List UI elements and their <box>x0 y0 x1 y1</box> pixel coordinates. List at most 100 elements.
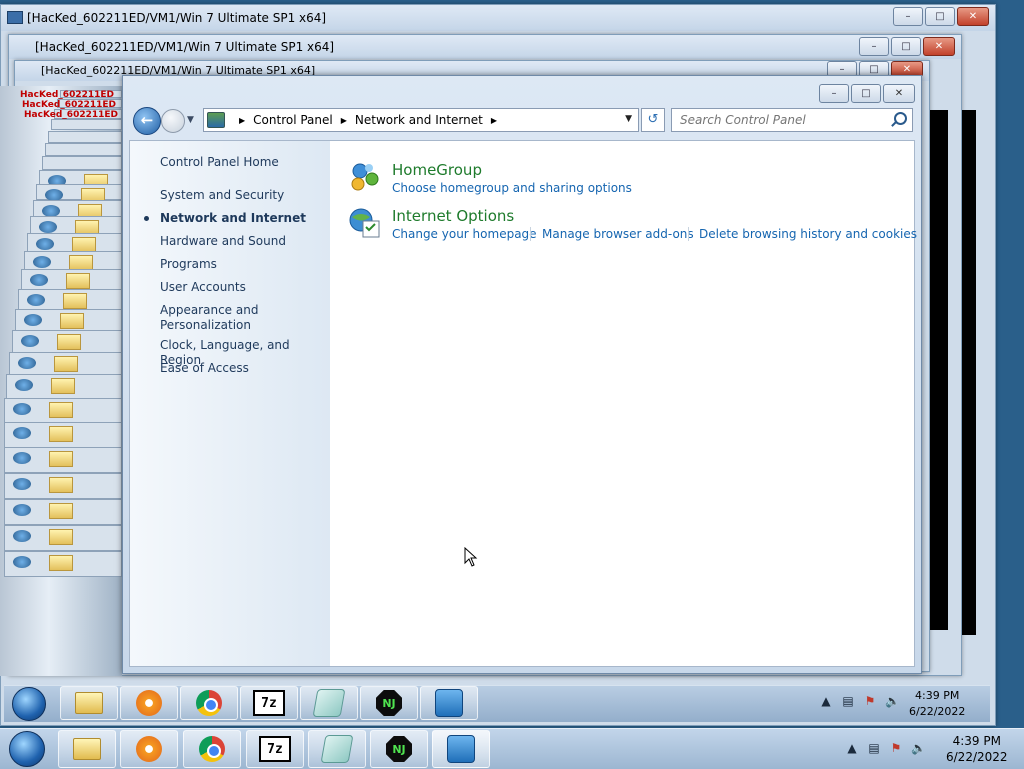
cp-minimize-button[interactable]: – <box>819 84 849 103</box>
navigation-bar: ← ▼ ▶ Control Panel ▶ Network and Intern… <box>129 106 915 136</box>
media-player-icon <box>136 736 162 762</box>
cp-maximize-button[interactable]: □ <box>851 84 881 103</box>
breadcrumb-control-panel[interactable]: Control Panel <box>253 113 333 127</box>
echo-taskbar-row <box>6 374 122 401</box>
forward-button[interactable] <box>161 109 185 133</box>
echo-taskbar-row <box>4 498 122 525</box>
inner-taskbar-control-panel[interactable] <box>420 686 478 720</box>
recursive-desktop-echo-front: HacKed_602211ED HacKed_602211ED HacKed_602… <box>0 86 122 676</box>
homegroup-title[interactable]: HomeGroup <box>392 161 482 179</box>
echo-folder-icon <box>49 554 73 571</box>
sidebar-item-ease-of-access[interactable]: Ease of Access <box>160 361 325 376</box>
refresh-button[interactable]: ↺ <box>641 108 665 132</box>
start-orb-icon[interactable] <box>9 731 45 767</box>
folder-icon <box>75 692 103 714</box>
echo-folder-icon <box>49 401 73 418</box>
sidebar-item-network-and-internet[interactable]: Network and Internet <box>160 211 325 226</box>
echo-taskbar-row <box>30 216 122 236</box>
taskbar-nj[interactable]: NJ <box>370 730 428 768</box>
maximize-button[interactable]: □ <box>925 7 955 26</box>
taskbar-media[interactable] <box>120 730 178 768</box>
sidebar-item-user-accounts[interactable]: User Accounts <box>160 280 325 295</box>
back-button[interactable]: ← <box>133 107 161 135</box>
control-panel-icon <box>207 112 225 128</box>
sticky-notes-icon <box>320 735 354 763</box>
media-player-icon <box>136 690 162 716</box>
minimize-button[interactable]: – <box>893 7 923 26</box>
show-hidden-icons-icon[interactable]: ▲ <box>819 694 833 708</box>
echo-taskbar-row <box>27 233 122 253</box>
manage-addons-link[interactable]: Manage browser add-ons <box>542 227 694 241</box>
inner-taskbar-7zip[interactable]: 7z <box>240 686 298 720</box>
inner-taskbar-nj[interactable]: NJ <box>360 686 418 720</box>
change-homepage-link[interactable]: Change your homepage <box>392 227 537 241</box>
control-panel-icon <box>435 689 463 717</box>
search-icon[interactable] <box>894 112 907 125</box>
homegroup-icon[interactable] <box>348 161 382 193</box>
cp-close-button[interactable]: ✕ <box>883 84 915 103</box>
clock[interactable]: 4:39 PM 6/22/2022 <box>946 733 1008 765</box>
echo-taskbar-row <box>4 472 122 499</box>
network-icon[interactable]: ▤ <box>841 694 855 708</box>
taskbar-notes[interactable] <box>308 730 366 768</box>
internet-options-title[interactable]: Internet Options <box>392 207 514 225</box>
echo-taskbar-row <box>39 169 122 190</box>
clock-date: 6/22/2022 <box>946 750 1008 764</box>
echo-folder-icon <box>63 292 87 309</box>
echo-folder-icon <box>49 528 73 545</box>
sidebar-item-programs[interactable]: Programs <box>160 257 325 272</box>
echo-folder-icon <box>49 476 73 493</box>
echo-start-orb-icon <box>15 379 33 392</box>
breadcrumb-arrow-icon[interactable]: ▶ <box>491 116 497 125</box>
inner-clock-time: 4:39 PM <box>915 689 960 702</box>
echo-folder-icon <box>57 334 81 350</box>
outer-window-title-2: [HacKed_602211ED/VM1/Win 7 Ultimate SP1 … <box>9 35 961 59</box>
control-panel-icon <box>447 735 475 763</box>
window-app-icon <box>7 11 23 24</box>
volume-icon[interactable]: 🔈 <box>911 741 926 755</box>
sidebar-item-system-and-security[interactable]: System and Security <box>160 188 325 203</box>
inner-taskbar-media[interactable] <box>120 686 178 720</box>
breadcrumb-arrow-icon[interactable]: ▶ <box>341 116 347 125</box>
inner-taskbar-folder[interactable] <box>60 686 118 720</box>
volume-icon[interactable]: 🔈 <box>885 694 900 708</box>
echo-start-orb-icon <box>13 452 31 464</box>
taskbar-chrome[interactable] <box>183 730 241 768</box>
network-icon[interactable]: ▤ <box>867 741 881 755</box>
action-center-icon[interactable]: ⚑ <box>863 694 877 708</box>
action-center-icon[interactable]: ⚑ <box>889 741 903 755</box>
echo-taskbar-row <box>4 447 122 473</box>
delete-browsing-history-link[interactable]: Delete browsing history and cookies <box>699 227 917 241</box>
breadcrumb-arrow-icon[interactable]: ▶ <box>239 116 245 125</box>
search-input[interactable] <box>678 109 887 131</box>
recent-pages-dropdown-icon[interactable]: ▼ <box>187 115 194 125</box>
choose-homegroup-link[interactable]: Choose homegroup and sharing options <box>392 181 632 195</box>
echo-label: HacKed_602211ED <box>22 100 116 110</box>
sidebar-item-appearance-and-personalization[interactable]: Appearance and Personalization <box>160 303 270 333</box>
close-button[interactable]: ✕ <box>957 7 989 26</box>
minimize-button-2[interactable]: – <box>859 37 889 56</box>
show-hidden-icons-icon[interactable]: ▲ <box>845 741 859 755</box>
taskbar-control-panel[interactable] <box>432 730 490 768</box>
search-box[interactable] <box>671 108 913 132</box>
echo-start-orb-icon <box>36 238 54 250</box>
sidebar-item-hardware-and-sound[interactable]: Hardware and Sound <box>160 234 325 249</box>
inner-clock[interactable]: 4:39 PM 6/22/2022 <box>909 688 965 720</box>
inner-clock-date: 6/22/2022 <box>909 705 966 718</box>
address-dropdown-icon[interactable]: ▼ <box>625 114 632 124</box>
inner-taskbar-chrome[interactable] <box>180 686 238 720</box>
current-page-bullet-icon <box>144 216 149 221</box>
internet-options-icon[interactable] <box>348 207 382 239</box>
maximize-button-2[interactable]: □ <box>891 37 921 56</box>
address-bar[interactable]: ▶ Control Panel ▶ Network and Internet ▶… <box>203 108 639 132</box>
echo-taskbar-row <box>45 143 122 156</box>
close-button-2[interactable]: ✕ <box>923 37 955 56</box>
sidebar-item-control-panel-home[interactable]: Control Panel Home <box>160 155 325 170</box>
inner-start-orb-icon[interactable] <box>12 687 46 721</box>
breadcrumb-network-and-internet[interactable]: Network and Internet <box>355 113 483 127</box>
echo-taskbar-row <box>33 199 122 220</box>
inner-taskbar-notes[interactable] <box>300 686 358 720</box>
system-tray: ▲ ▤ ⚑ 🔈 <box>845 741 926 755</box>
taskbar-folder[interactable] <box>58 730 116 768</box>
taskbar-7zip[interactable]: 7z <box>246 730 304 768</box>
